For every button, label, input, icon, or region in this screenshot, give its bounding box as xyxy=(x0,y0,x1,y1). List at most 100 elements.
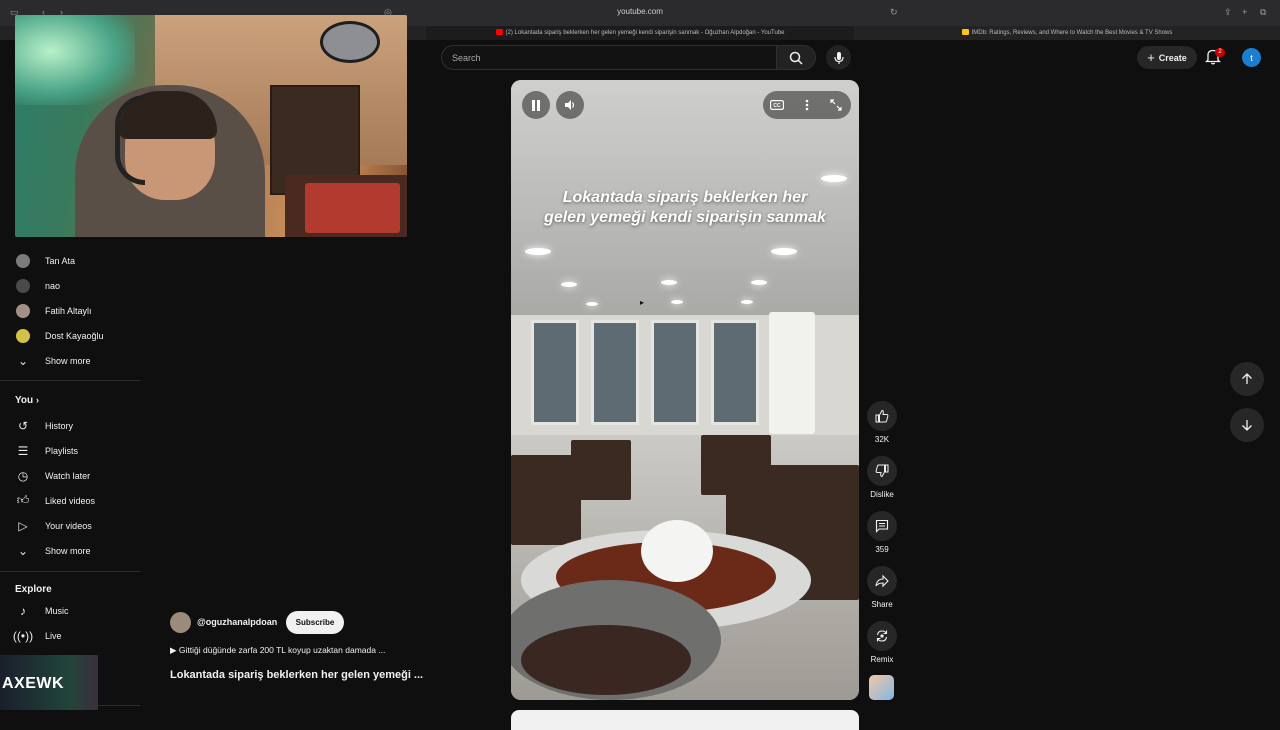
sidebar-item-liked-videos[interactable]: 👍︎ Liked videos xyxy=(0,488,140,513)
arrow-down-icon xyxy=(1242,420,1252,431)
sidebar-item-nao[interactable]: nao xyxy=(0,273,140,298)
channel-avatar[interactable] xyxy=(170,612,191,633)
mouse-cursor-icon: ▸ xyxy=(640,298,645,307)
sound-title: Gittiği düğünde zarfa 200 TL koyup uzakt… xyxy=(178,645,386,655)
show-more-label: Show more xyxy=(45,545,91,556)
expand-icon xyxy=(830,99,842,111)
playlists-icon: ☰ xyxy=(17,443,29,458)
mirror-image xyxy=(320,21,380,63)
next-short-button[interactable] xyxy=(1230,408,1264,442)
pause-button[interactable] xyxy=(522,91,550,119)
share-icon[interactable]: ⇪ xyxy=(1224,7,1232,17)
search-bar xyxy=(441,45,778,70)
sidebar-item-label: nao xyxy=(45,280,61,291)
search-button[interactable] xyxy=(776,45,816,70)
subscribe-button[interactable]: Subscribe xyxy=(286,611,344,634)
stream-logo-text: AXEWK xyxy=(2,675,65,692)
sidebar-item-music[interactable]: ♪ Music xyxy=(0,598,140,623)
more-vertical-icon xyxy=(805,99,809,111)
video-caption-text: Lokantada sipariş beklerken her gelen ye… xyxy=(544,189,826,226)
captions-button[interactable]: CC xyxy=(768,96,786,114)
live-icon: ((•)) xyxy=(12,628,34,643)
tab-label: (2) Lokantada sipariş beklerken her gele… xyxy=(505,30,785,36)
like-count: 32K xyxy=(874,435,890,444)
webcam-overlay xyxy=(15,15,407,237)
remix-icon xyxy=(867,621,897,651)
sidebar-divider xyxy=(0,380,140,381)
your-videos-icon: ▷ xyxy=(18,518,28,533)
reload-icon[interactable]: ↻ xyxy=(890,7,898,17)
sidebar-item-playlists[interactable]: ☰ Playlists xyxy=(0,438,140,463)
share-arrow-icon xyxy=(867,566,897,596)
show-more-subscriptions[interactable]: ⌄ Show more xyxy=(0,348,140,373)
sidebar-item-fatih-altayli[interactable]: Fatih Altaylı xyxy=(0,298,140,323)
remix-label: Remix xyxy=(870,655,894,664)
previous-short-button[interactable] xyxy=(1230,362,1264,396)
address-bar[interactable]: youtube.com xyxy=(580,7,700,16)
next-short-preview[interactable] xyxy=(511,710,859,730)
channel-avatar xyxy=(15,328,31,344)
show-more-label: Show more xyxy=(45,355,91,366)
sidebar-item-tan-ata[interactable]: Tan Ata xyxy=(0,248,140,273)
watch-later-icon: ◷ xyxy=(17,468,29,483)
imdb-favicon-icon xyxy=(961,29,969,36)
sidebar-item-label: Liked videos xyxy=(45,495,96,506)
voice-search-button[interactable] xyxy=(826,45,851,70)
stream-logo-overlay: AXEWK xyxy=(0,655,98,710)
sidebar-item-your-videos[interactable]: ▷ Your videos xyxy=(0,513,140,538)
account-avatar[interactable]: t xyxy=(1242,48,1261,67)
you-section-heading[interactable]: You › xyxy=(15,395,39,406)
video-title[interactable]: Lokantada sipariş beklerken her gelen ye… xyxy=(170,669,423,681)
fullscreen-button[interactable] xyxy=(827,96,845,114)
shorts-video-player[interactable]: Lokantada sipariş beklerken her gelen ye… xyxy=(511,80,859,700)
explore-section-heading: Explore xyxy=(15,584,52,595)
notification-count-badge: 2 xyxy=(1215,48,1225,57)
volume-button[interactable] xyxy=(556,91,584,119)
sidebar-item-label: Dost Kayaoğlu xyxy=(45,330,104,341)
sidebar-item-dost-kayaoglu[interactable]: Dost Kayaoğlu xyxy=(0,323,140,348)
sound-thumbnail[interactable] xyxy=(869,675,894,700)
share-label: Share xyxy=(871,600,893,609)
more-options-button[interactable] xyxy=(798,96,816,114)
chevron-right-icon: › xyxy=(35,395,39,405)
dislike-icon xyxy=(867,456,897,486)
sidebar-item-label: Live xyxy=(45,630,62,641)
tab-youtube[interactable]: (2) Lokantada sipariş beklerken her gele… xyxy=(426,26,854,40)
sidebar-item-label: Tan Ata xyxy=(45,255,76,266)
play-icon: ▶ xyxy=(170,645,179,655)
sidebar-item-label: Playlists xyxy=(45,445,79,456)
channel-avatar xyxy=(15,253,31,269)
svg-text:CC: CC xyxy=(773,103,781,109)
you-heading-label: You xyxy=(15,395,34,406)
dislike-button[interactable]: Dislike xyxy=(866,456,898,499)
channel-avatar xyxy=(15,278,31,294)
sidebar-item-watch-later[interactable]: ◷ Watch later xyxy=(0,463,140,488)
pause-icon xyxy=(532,99,540,111)
tab-label: IMDb: Ratings, Reviews, and Where to Wat… xyxy=(971,30,1173,36)
tab-imdb[interactable]: IMDb: Ratings, Reviews, and Where to Wat… xyxy=(854,26,1280,40)
plus-icon: + xyxy=(1147,50,1155,65)
chevron-down-icon: ⌄ xyxy=(17,543,29,558)
sidebar-item-label: Music xyxy=(45,605,69,616)
sidebar-item-live[interactable]: ((•)) Live xyxy=(0,623,140,648)
share-button[interactable]: Share xyxy=(866,566,898,609)
like-icon: 👍︎ xyxy=(16,493,30,507)
show-more-you[interactable]: ⌄ Show more xyxy=(0,538,140,563)
new-tab-icon[interactable]: + xyxy=(1242,7,1247,17)
music-icon: ♪ xyxy=(20,603,26,618)
create-button[interactable]: + Create xyxy=(1137,46,1197,69)
sidebar-item-history[interactable]: ↺ History xyxy=(0,413,140,438)
chevron-down-icon: ⌄ xyxy=(17,353,29,368)
sound-link[interactable]: ▶ Gittiği düğünde zarfa 200 TL koyup uza… xyxy=(170,645,385,656)
comments-button[interactable]: 359 xyxy=(866,511,898,554)
create-label: Create xyxy=(1158,52,1187,63)
channel-name[interactable]: @oguzhanalpdoan xyxy=(197,617,277,627)
channel-avatar xyxy=(15,303,31,319)
remix-button[interactable]: Remix xyxy=(866,621,898,664)
comment-icon xyxy=(867,511,897,541)
volume-icon xyxy=(565,100,575,110)
search-input[interactable] xyxy=(452,51,752,65)
like-button[interactable]: 32K xyxy=(866,401,898,444)
captions-icon: CC xyxy=(770,100,784,110)
tab-overview-icon[interactable]: ⧉ xyxy=(1260,7,1266,17)
